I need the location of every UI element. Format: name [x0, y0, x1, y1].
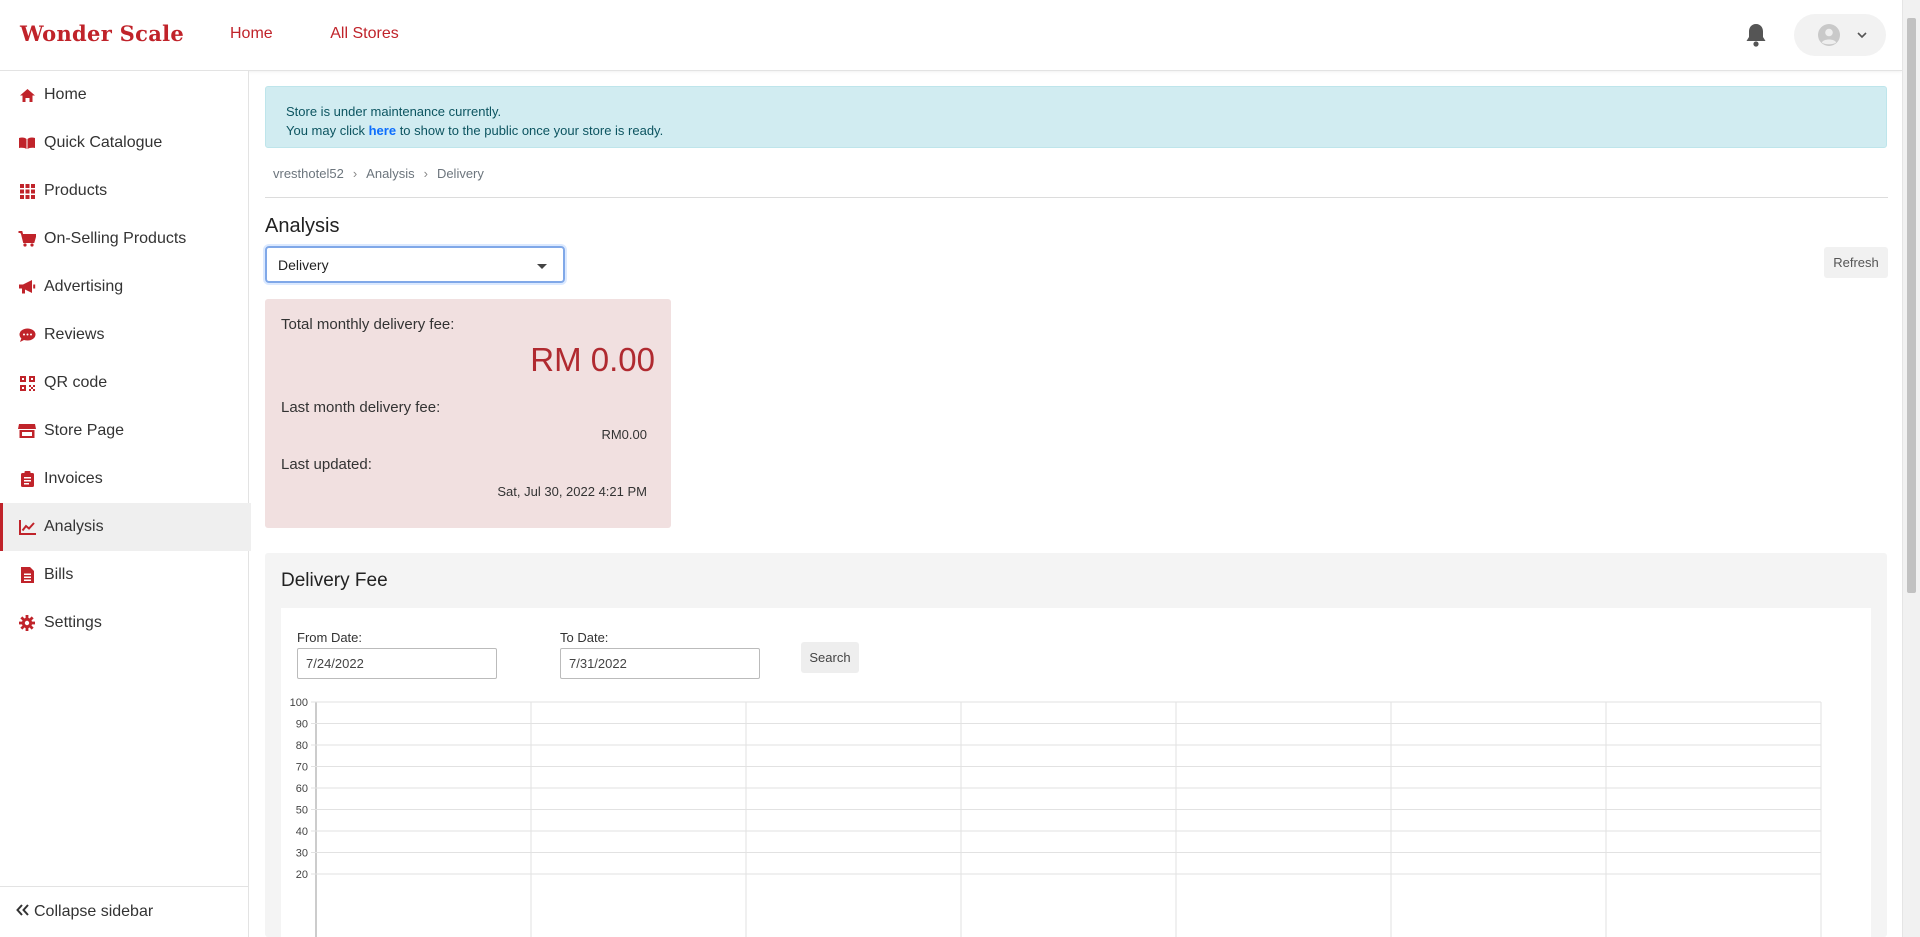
- double-chevron-left-icon: [16, 903, 30, 921]
- user-menu-button[interactable]: [1794, 14, 1886, 56]
- topnav-all-stores-link[interactable]: All Stores: [330, 25, 398, 42]
- delivery-fee-chart: 100 90 80 70 60 50 40 30 20: [290, 698, 1822, 937]
- chart-line-icon: [18, 518, 36, 536]
- sidebar: Home Quick Catalogue Products On-Selling…: [0, 71, 251, 937]
- sidebar-item-label: Products: [44, 182, 108, 199]
- breadcrumb-chevron-icon: ›: [423, 166, 428, 181]
- maintenance-alert: Store is under maintenance currently. Yo…: [265, 86, 1887, 148]
- y-tick-label: 30: [296, 848, 308, 860]
- sidebar-item-label: On-Selling Products: [44, 230, 187, 247]
- sidebar-item-store-page[interactable]: Store Page: [0, 407, 248, 455]
- alert-line-1: Store is under maintenance currently.: [286, 104, 502, 119]
- analysis-type-select[interactable]: Delivery: [265, 246, 565, 283]
- book-icon: [18, 134, 36, 152]
- last-month-fee-label: Last month delivery fee:: [281, 399, 441, 416]
- sidebar-item-advertising[interactable]: Advertising: [0, 263, 248, 311]
- qrcode-icon: [18, 374, 36, 392]
- chevron-down-icon: [1857, 32, 1867, 39]
- from-date-label: From Date:: [297, 630, 363, 645]
- store-icon: [18, 422, 36, 440]
- delivery-fee-panel: Delivery Fee From Date: 7/24/2022 To Dat…: [265, 553, 1887, 937]
- to-date-input[interactable]: 7/31/2022: [560, 648, 760, 679]
- comment-icon: [18, 326, 36, 344]
- last-updated-label: Last updated:: [281, 456, 372, 473]
- sidebar-item-label: Advertising: [44, 278, 124, 295]
- sidebar-item-products[interactable]: Products: [0, 167, 248, 215]
- y-tick-label: 100: [290, 698, 308, 709]
- page-title: Analysis: [265, 215, 340, 237]
- delivery-fee-title: Delivery Fee: [281, 570, 388, 591]
- last-month-fee-value: RM0.00: [601, 427, 647, 442]
- delivery-fee-summary-card: Total monthly delivery fee: RM 0.00 Last…: [265, 299, 671, 528]
- total-monthly-fee-label: Total monthly delivery fee:: [281, 316, 455, 333]
- collapse-sidebar-button[interactable]: Collapse sidebar: [0, 886, 248, 937]
- sidebar-item-reviews[interactable]: Reviews: [0, 311, 248, 359]
- caret-down-icon: [537, 264, 547, 269]
- to-date-label: To Date:: [560, 630, 609, 645]
- vertical-scrollbar[interactable]: [1902, 0, 1920, 937]
- sidebar-item-label: Quick Catalogue: [44, 134, 163, 151]
- sidebar-item-quick-catalogue[interactable]: Quick Catalogue: [0, 119, 248, 167]
- top-nav: Home All Stores: [230, 25, 453, 43]
- breadcrumb-store[interactable]: vresthotel52: [273, 166, 344, 181]
- analysis-type-value: Delivery: [278, 257, 329, 273]
- bell-icon[interactable]: [1744, 22, 1768, 48]
- sidebar-item-home[interactable]: Home: [0, 71, 248, 119]
- top-navbar: Wonder Scale Home All Stores: [0, 0, 1902, 71]
- sidebar-item-label: Settings: [44, 614, 102, 631]
- sidebar-item-analysis[interactable]: Analysis: [0, 503, 251, 551]
- cart-icon: [18, 230, 36, 248]
- sidebar-item-bills[interactable]: Bills: [0, 551, 248, 599]
- sidebar-item-label: Store Page: [44, 422, 125, 439]
- sidebar-item-label: Bills: [44, 566, 74, 583]
- alert-line-2-suffix: to show to the public once your store is…: [396, 123, 664, 138]
- alert-here-link[interactable]: here: [369, 123, 396, 138]
- y-tick-label: 90: [296, 719, 308, 731]
- y-tick-label: 20: [296, 869, 308, 881]
- y-tick-label: 70: [296, 762, 308, 774]
- sidebar-item-label: Invoices: [44, 470, 103, 487]
- total-monthly-fee-value: RM 0.00: [530, 341, 655, 378]
- user-avatar-icon: [1818, 24, 1840, 46]
- alert-line-2: You may click here to show to the public…: [286, 121, 1866, 140]
- last-updated-value: Sat, Jul 30, 2022 4:21 PM: [497, 484, 647, 499]
- search-button[interactable]: Search: [801, 642, 859, 673]
- home-icon: [18, 86, 36, 104]
- sidebar-item-invoices[interactable]: Invoices: [0, 455, 248, 503]
- brand-logo[interactable]: Wonder Scale: [20, 21, 184, 46]
- y-tick-label: 80: [296, 740, 308, 752]
- breadcrumb: vresthotel52 › Analysis › Delivery: [273, 166, 484, 181]
- y-tick-label: 40: [296, 826, 308, 838]
- breadcrumb-divider: [265, 197, 1888, 198]
- delivery-fee-body: From Date: 7/24/2022 To Date: 7/31/2022 …: [281, 608, 1871, 937]
- from-date-input[interactable]: 7/24/2022: [297, 648, 497, 679]
- alert-line-2-prefix: You may click: [286, 123, 369, 138]
- sidebar-item-label: Analysis: [44, 518, 104, 535]
- sidebar-item-on-selling-products[interactable]: On-Selling Products: [0, 215, 248, 263]
- scrollbar-thumb[interactable]: [1907, 18, 1916, 593]
- topnav-home-link[interactable]: Home: [230, 25, 273, 42]
- sidebar-item-label: Home: [44, 86, 87, 103]
- sidebar-item-qr-code[interactable]: QR code: [0, 359, 248, 407]
- sidebar-item-settings[interactable]: Settings: [0, 599, 248, 647]
- grid-icon: [18, 182, 36, 200]
- clipboard-icon: [18, 470, 36, 488]
- collapse-sidebar-label: Collapse sidebar: [34, 903, 154, 920]
- breadcrumb-analysis[interactable]: Analysis: [366, 166, 414, 181]
- y-tick-label: 60: [296, 783, 308, 795]
- sidebar-item-label: Reviews: [44, 326, 105, 343]
- bill-icon: [18, 566, 36, 584]
- breadcrumb-chevron-icon: ›: [352, 166, 358, 181]
- gear-icon: [18, 614, 36, 632]
- y-tick-label: 50: [296, 805, 308, 817]
- sidebar-item-label: QR code: [44, 374, 108, 391]
- megaphone-icon: [18, 278, 36, 296]
- refresh-button[interactable]: Refresh: [1824, 247, 1888, 278]
- breadcrumb-delivery: Delivery: [436, 166, 484, 181]
